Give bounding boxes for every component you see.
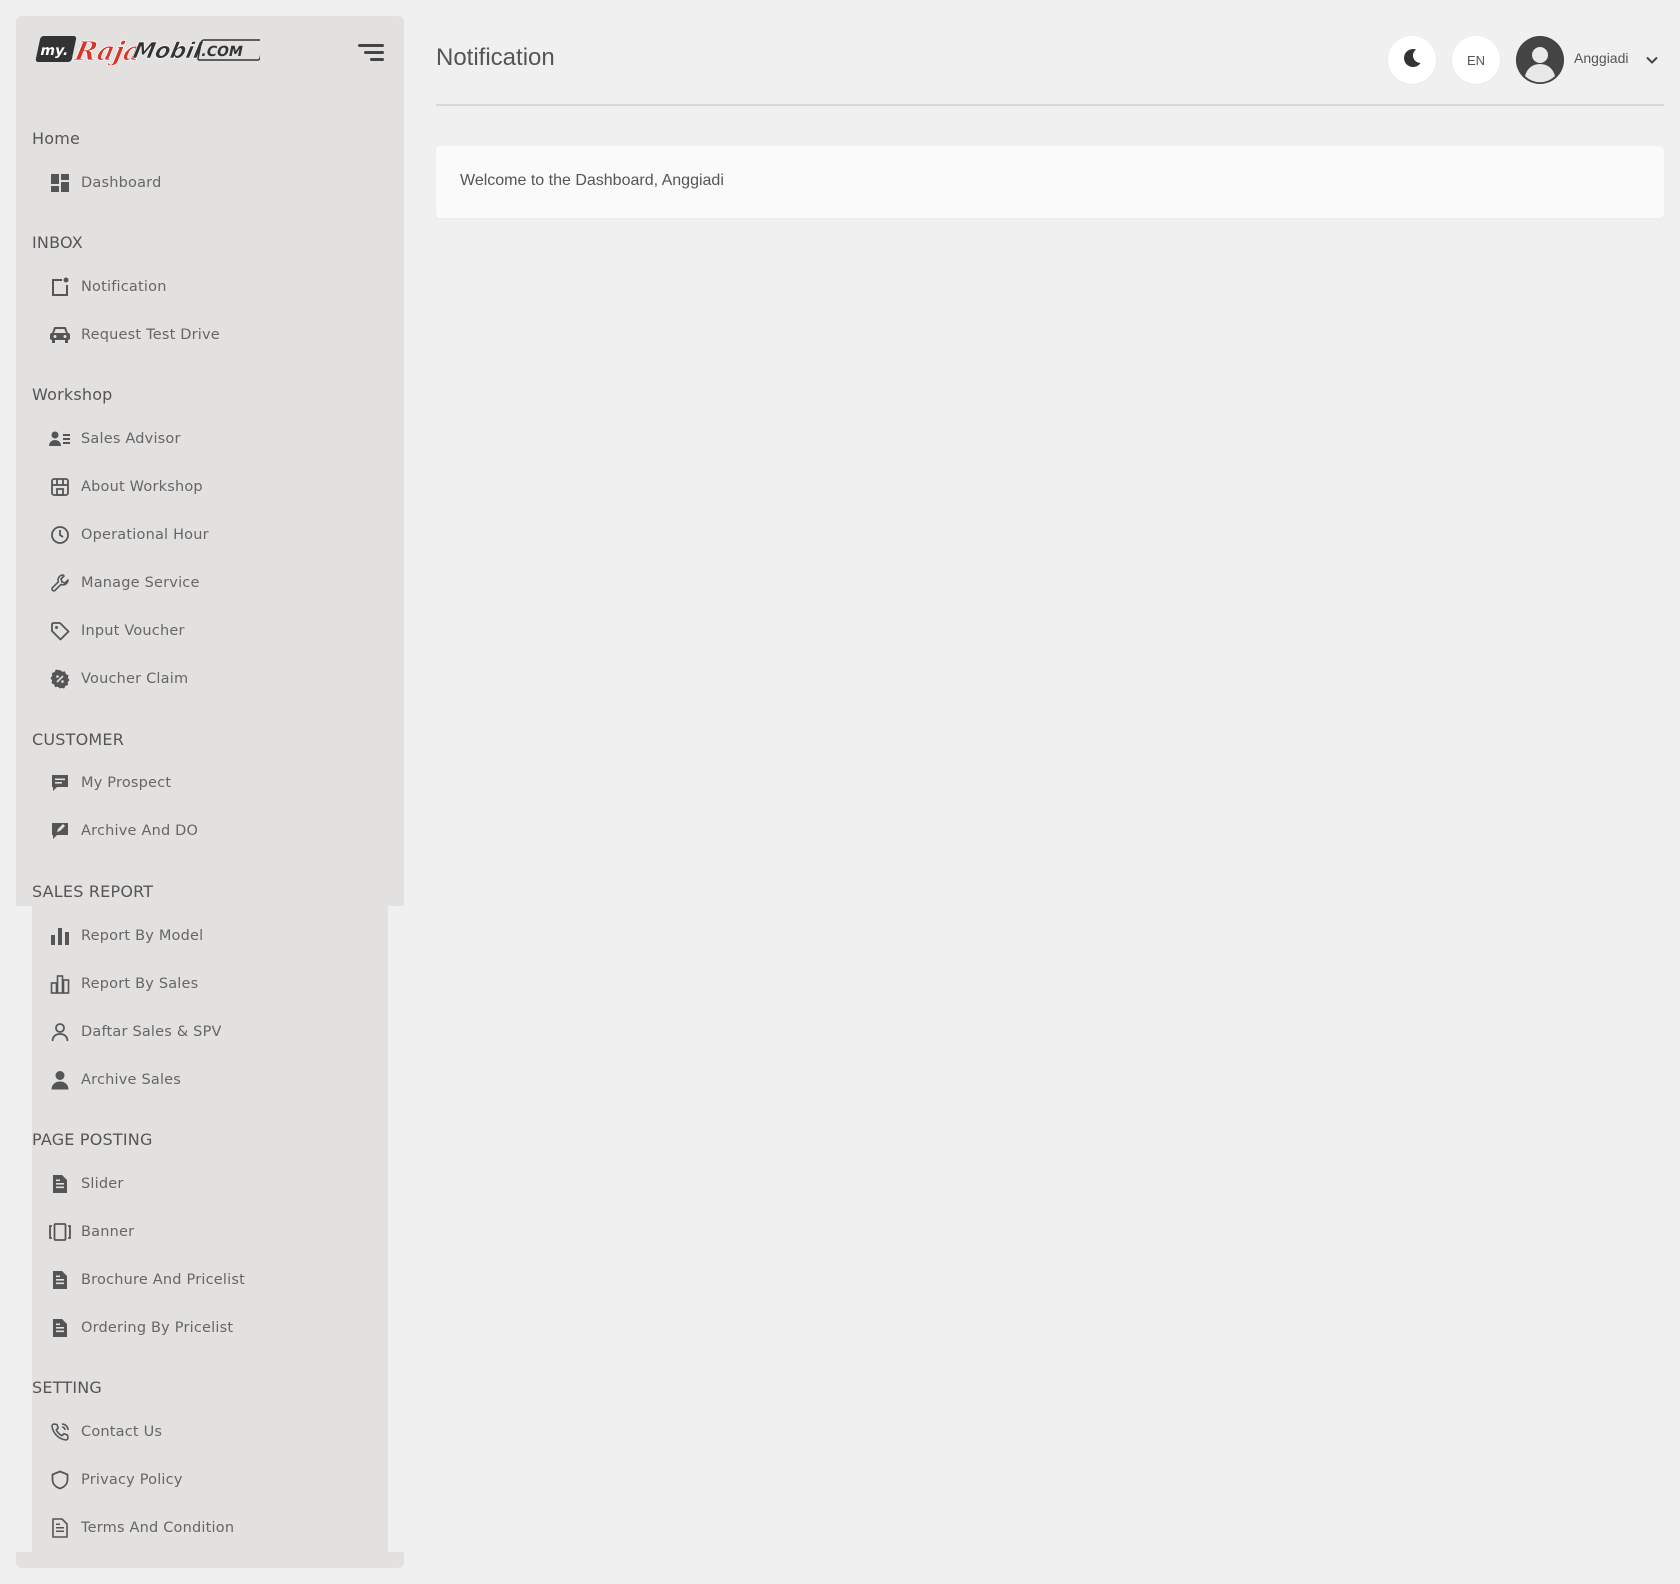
sidebar-item-label: Operational Hour	[81, 527, 209, 543]
sidebar-item-slider[interactable]: Slider	[32, 1165, 362, 1203]
document-icon	[49, 1173, 71, 1195]
language-label: EN	[1466, 52, 1486, 68]
user-avatar-icon	[1516, 36, 1564, 84]
language-button[interactable]: EN	[1452, 36, 1500, 84]
sidebar-item-label: Voucher Claim	[81, 671, 189, 687]
sidebar-item-label: Manage Service	[81, 575, 200, 591]
sidebar-item-label: Request Test Drive	[81, 327, 220, 343]
sidebar-item-label: Daftar Sales & SPV	[81, 1024, 222, 1040]
user-filled-icon	[49, 1069, 71, 1091]
sidebar-item-label: Report By Sales	[81, 976, 199, 992]
sidebar-item-label: Archive And DO	[81, 823, 199, 839]
page-title: Notification	[436, 44, 555, 71]
sidebar-item-label: Input Voucher	[81, 623, 185, 639]
sidebar-item-contact-us[interactable]: Contact Us	[32, 1413, 362, 1451]
phone-icon	[49, 1421, 71, 1443]
sidebar-item-privacy-policy[interactable]: Privacy Policy	[32, 1461, 362, 1499]
sidebar-item-report-by-sales[interactable]: Report By Sales	[32, 965, 362, 1003]
sidebar-item-label: Dashboard	[81, 175, 162, 191]
tag-icon	[49, 620, 71, 642]
sidebar-item-archive-and-do[interactable]: Archive And DO	[32, 812, 362, 850]
user-outline-icon	[49, 1021, 71, 1043]
sidebar-item-dashboard[interactable]: Dashboard	[32, 164, 362, 202]
sidebar-item-label: Ordering By Pricelist	[81, 1320, 234, 1336]
section-title-inbox: INBOX	[32, 233, 83, 252]
user-list-icon	[49, 428, 71, 450]
svg-text:.COM: .COM	[200, 44, 245, 60]
sidebar-item-label: My Prospect	[81, 775, 172, 791]
menu-toggle-icon[interactable]	[354, 40, 384, 66]
sidebar-item-ordering-by-pricelist[interactable]: Ordering By Pricelist	[32, 1309, 362, 1347]
sidebar-item-label: Sales Advisor	[81, 431, 181, 447]
sidebar-item-notification[interactable]: Notification	[32, 268, 362, 306]
store-icon	[49, 476, 71, 498]
sidebar-item-label: Contact Us	[81, 1424, 163, 1440]
header-divider	[436, 104, 1664, 106]
chevron-down-icon[interactable]	[1644, 52, 1660, 68]
section-title-workshop: Workshop	[32, 385, 113, 404]
sidebar-item-request-test-drive[interactable]: Request Test Drive	[32, 316, 362, 354]
section-title-home: Home	[32, 129, 81, 148]
carousel-icon	[49, 1221, 71, 1243]
dashboard-icon	[49, 172, 71, 194]
sidebar-item-label: Notification	[81, 279, 167, 295]
section-title-sales-report: SALES REPORT	[32, 882, 154, 901]
sidebar-item-label: Archive Sales	[81, 1072, 182, 1088]
shield-icon	[49, 1469, 71, 1491]
notification-icon	[49, 276, 71, 298]
edit-note-icon	[49, 820, 71, 842]
section-title-customer: CUSTOMER	[32, 730, 125, 749]
message-icon	[49, 772, 71, 794]
document-icon	[49, 1269, 71, 1291]
sidebar-item-daftar-sales-spv[interactable]: Daftar Sales & SPV	[32, 1013, 362, 1051]
sidebar-item-voucher-claim[interactable]: Voucher Claim	[32, 660, 362, 698]
car-icon	[49, 324, 71, 346]
bar-chart-outline-icon	[49, 973, 71, 995]
document-icon	[49, 1317, 71, 1339]
sidebar-item-about-workshop[interactable]: About Workshop	[32, 468, 362, 506]
sidebar-item-input-voucher[interactable]: Input Voucher	[32, 612, 362, 650]
sidebar-item-archive-sales[interactable]: Archive Sales	[32, 1061, 362, 1099]
avatar[interactable]	[1516, 36, 1564, 84]
moon-icon	[1401, 47, 1423, 73]
sidebar-item-manage-service[interactable]: Manage Service	[32, 564, 362, 602]
sidebar-item-label: Brochure And Pricelist	[81, 1272, 245, 1288]
sidebar-item-label: Report By Model	[81, 928, 204, 944]
wrench-icon	[49, 572, 71, 594]
sidebar-item-sales-advisor[interactable]: Sales Advisor	[32, 420, 362, 458]
svg-text:my.: my.	[39, 43, 70, 59]
brand-logo[interactable]: my. Raja Mobil .COM	[34, 30, 260, 74]
sidebar-item-label: Privacy Policy	[81, 1472, 183, 1488]
sidebar-item-label: Slider	[81, 1176, 124, 1192]
dark-mode-toggle-button[interactable]	[1388, 36, 1436, 84]
sidebar-item-my-prospect[interactable]: My Prospect	[32, 764, 362, 802]
discount-badge-icon	[49, 668, 71, 690]
welcome-card: Welcome to the Dashboard, Anggiadi	[436, 146, 1664, 218]
svg-text:Mobil: Mobil	[131, 38, 205, 64]
welcome-text: Welcome to the Dashboard, Anggiadi	[460, 172, 724, 189]
bar-chart-icon	[49, 925, 71, 947]
section-title-page-posting: PAGE POSTING	[32, 1130, 153, 1149]
sidebar-item-operational-hour[interactable]: Operational Hour	[32, 516, 362, 554]
sidebar-panel-footer	[16, 1552, 404, 1568]
document-outline-icon	[49, 1517, 71, 1539]
sidebar-item-label: Banner	[81, 1224, 135, 1240]
sidebar-item-label: Terms And Condition	[81, 1520, 235, 1536]
sidebar-item-brochure-and-pricelist[interactable]: Brochure And Pricelist	[32, 1261, 362, 1299]
section-title-setting: SETTING	[32, 1378, 103, 1397]
sidebar-item-terms-and-condition[interactable]: Terms And Condition	[32, 1509, 362, 1547]
sidebar-item-banner[interactable]: Banner	[32, 1213, 362, 1251]
user-name[interactable]: Anggiadi	[1574, 50, 1629, 66]
sidebar-item-label: About Workshop	[81, 479, 203, 495]
clock-icon	[49, 524, 71, 546]
sidebar-item-report-by-model[interactable]: Report By Model	[32, 917, 362, 955]
